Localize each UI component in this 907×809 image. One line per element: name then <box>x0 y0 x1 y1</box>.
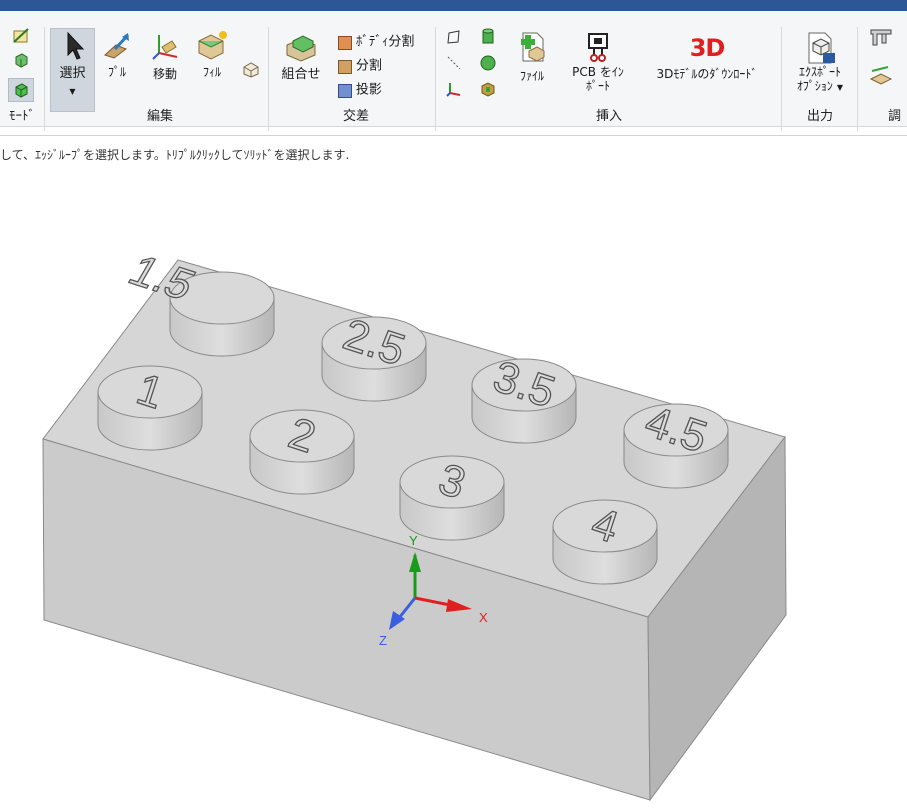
edit-group-label: 編集 <box>146 109 173 124</box>
output-group-label: 出力 <box>806 109 833 124</box>
axis-origin-icon[interactable] <box>446 81 462 97</box>
app-window: ﾓｰﾄﾞ 選択 ▼ ﾌﾟﾙ 移動 ﾌｨﾙ 編集 組合せ ﾎﾞﾃﾞｨ分割 分割 投… <box>0 0 907 809</box>
group-separator <box>781 27 782 131</box>
3d-model-download-button[interactable]: 3D 3Dﾓﾃﾞﾙのﾀﾞｳﾝﾛｰﾄﾞ <box>642 31 772 81</box>
sphere-icon[interactable] <box>480 55 496 71</box>
enclosure-icon[interactable] <box>480 81 496 97</box>
combine-icon <box>286 35 316 62</box>
group-separator <box>857 27 858 131</box>
status-hint: して、ｴｯｼﾞﾙｰﾌﾟを選択します。ﾄﾘﾌﾟﾙｸﾘｯｸしてｿﾘｯﾄﾞを選択します… <box>0 148 350 162</box>
pull-icon <box>104 33 130 59</box>
move-button[interactable]: 移動 <box>145 31 185 81</box>
select-button[interactable]: 選択 ▼ <box>50 31 95 99</box>
project-button[interactable]: 投影 <box>338 83 408 98</box>
cylinder-icon[interactable] <box>480 28 496 46</box>
combine-label: 組合せ <box>281 67 321 82</box>
chevron-down-icon: ▼ <box>836 83 844 92</box>
pointer-arrow-icon <box>67 31 84 60</box>
solid-mode-icon <box>15 83 28 98</box>
pcb-import-label-line1: PCB をｲﾝ <box>572 65 624 79</box>
group-separator <box>435 27 436 131</box>
insert-group-label: 挿入 <box>595 109 622 124</box>
move-icon <box>152 35 178 60</box>
project-icon <box>338 83 352 98</box>
model-viewport[interactable]: 1.5 2.5 3.5 4.5 1 2 3 4 Y X Z <box>0 170 907 809</box>
ribbon: ﾓｰﾄﾞ 選択 ▼ ﾌﾟﾙ 移動 ﾌｨﾙ 編集 組合せ ﾎﾞﾃﾞｨ分割 分割 投… <box>0 11 907 131</box>
split-button[interactable]: 分割 <box>338 59 408 74</box>
split-body-button[interactable]: ﾎﾞﾃﾞｨ分割 <box>338 35 428 50</box>
export-icon <box>808 32 835 64</box>
plane-icon[interactable] <box>446 29 462 45</box>
split-icon <box>338 59 352 74</box>
section-mode-icon[interactable] <box>12 51 30 69</box>
select-label: 選択 <box>59 66 86 81</box>
intersect-group-label: 交差 <box>342 109 369 124</box>
pcb-import-button[interactable]: PCB をｲﾝ ﾎﾟｰﾄ <box>560 31 636 93</box>
file-insert-icon <box>521 32 545 62</box>
fill-button[interactable]: ﾌｨﾙ <box>192 29 232 79</box>
export-options-label-line1: ｴｸｽﾎﾟｰﾄ <box>798 65 841 79</box>
file-insert-button[interactable]: ﾌｧｲﾙ <box>510 31 554 83</box>
3d-badge-icon: 3D <box>689 34 726 62</box>
project-label: 投影 <box>355 82 382 98</box>
group-separator <box>268 27 269 131</box>
export-options-label-line2: ｵﾌﾟｼｮﾝ ▼ <box>786 79 854 95</box>
export-options-line2-text: ｵﾌﾟｼｮﾝ <box>796 79 833 93</box>
line-icon[interactable] <box>446 55 462 71</box>
move-label: 移動 <box>152 67 177 81</box>
split-body-icon <box>338 35 352 50</box>
combine-button[interactable]: 組合せ <box>276 31 326 82</box>
ribbon-divider <box>0 135 907 136</box>
split-label: 分割 <box>355 58 382 74</box>
x-axis-label: X <box>479 610 488 625</box>
fill-label: ﾌｨﾙ <box>202 65 221 79</box>
title-bar <box>0 0 907 11</box>
mode-group-label: ﾓｰﾄﾞ <box>9 109 35 124</box>
shell-icon[interactable] <box>241 59 261 79</box>
export-options-button[interactable]: ｴｸｽﾎﾟｰﾄ ｵﾌﾟｼｮﾝ ▼ <box>786 31 854 95</box>
3d-model-download-label: 3Dﾓﾃﾞﾙのﾀﾞｳﾝﾛｰﾄﾞ <box>656 67 758 81</box>
adjust-group-label: 調 <box>888 109 902 124</box>
measure-icon[interactable] <box>868 63 894 89</box>
y-axis-label: Y <box>409 533 418 548</box>
pull-button[interactable]: ﾌﾟﾙ <box>99 31 135 79</box>
caliper-icon[interactable] <box>868 27 894 49</box>
file-insert-label: ﾌｧｲﾙ <box>519 69 544 83</box>
sketch-mode-icon[interactable] <box>11 27 31 45</box>
group-separator <box>44 27 45 131</box>
chevron-down-icon: ▼ <box>69 87 76 96</box>
fill-icon <box>198 31 227 60</box>
split-body-label: ﾎﾞﾃﾞｨ分割 <box>355 34 415 50</box>
pcb-icon <box>588 33 608 62</box>
pull-label: ﾌﾟﾙ <box>107 65 126 79</box>
pcb-import-label-line2: ﾎﾟｰﾄ <box>585 79 610 93</box>
z-axis-label: Z <box>379 633 387 648</box>
